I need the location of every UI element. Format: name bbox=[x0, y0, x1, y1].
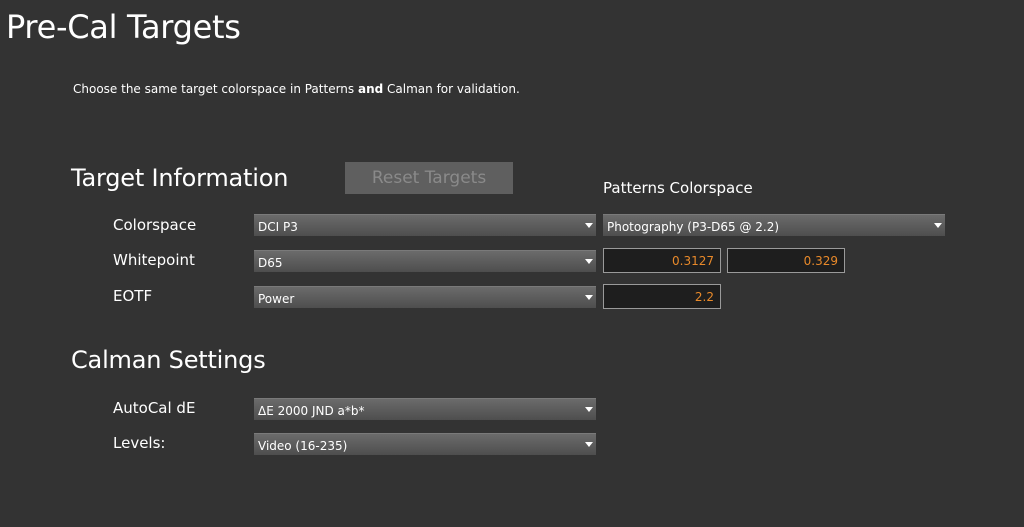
levels-dropdown-value: Video (16-235) bbox=[258, 439, 348, 453]
eotf-dropdown-value: Power bbox=[258, 292, 295, 306]
autocal-de-dropdown[interactable]: ΔE 2000 JND a*b* bbox=[254, 398, 596, 420]
autocal-de-label: AutoCal dE bbox=[113, 399, 196, 417]
levels-label: Levels: bbox=[113, 434, 166, 452]
calman-settings-title: Calman Settings bbox=[71, 346, 266, 374]
patterns-colorspace-dropdown[interactable]: Photography (P3-D65 @ 2.2) bbox=[603, 214, 945, 236]
instructions-text: Choose the same target colorspace in Pat… bbox=[73, 82, 520, 96]
patterns-colorspace-header: Patterns Colorspace bbox=[603, 179, 753, 197]
instructions-text-bold: and bbox=[357, 82, 384, 96]
whitepoint-label: Whitepoint bbox=[113, 251, 195, 269]
chevron-down-icon bbox=[582, 223, 596, 228]
whitepoint-y-field[interactable] bbox=[727, 248, 845, 273]
whitepoint-dropdown-value: D65 bbox=[258, 256, 283, 270]
colorspace-dropdown-value: DCI P3 bbox=[258, 220, 298, 234]
eotf-dropdown[interactable]: Power bbox=[254, 286, 596, 308]
whitepoint-x-field[interactable] bbox=[603, 248, 721, 273]
chevron-down-icon bbox=[582, 442, 596, 447]
target-information-title: Target Information bbox=[71, 164, 289, 192]
reset-targets-button[interactable]: Reset Targets bbox=[345, 162, 513, 194]
page-title: Pre-Cal Targets bbox=[6, 8, 241, 46]
instructions-text-part: Choose the same target colorspace in Pat… bbox=[73, 82, 358, 96]
instructions-text-part: Calman for validation. bbox=[383, 82, 520, 96]
eotf-label: EOTF bbox=[113, 287, 153, 305]
chevron-down-icon bbox=[931, 223, 945, 228]
eotf-gamma-field[interactable] bbox=[603, 284, 721, 309]
chevron-down-icon bbox=[582, 259, 596, 264]
levels-dropdown[interactable]: Video (16-235) bbox=[254, 433, 596, 455]
colorspace-dropdown[interactable]: DCI P3 bbox=[254, 214, 596, 236]
chevron-down-icon bbox=[582, 295, 596, 300]
colorspace-label: Colorspace bbox=[113, 216, 197, 234]
chevron-down-icon bbox=[582, 407, 596, 412]
patterns-colorspace-dropdown-value: Photography (P3-D65 @ 2.2) bbox=[607, 220, 780, 234]
whitepoint-dropdown[interactable]: D65 bbox=[254, 250, 596, 272]
autocal-de-dropdown-value: ΔE 2000 JND a*b* bbox=[258, 404, 365, 418]
